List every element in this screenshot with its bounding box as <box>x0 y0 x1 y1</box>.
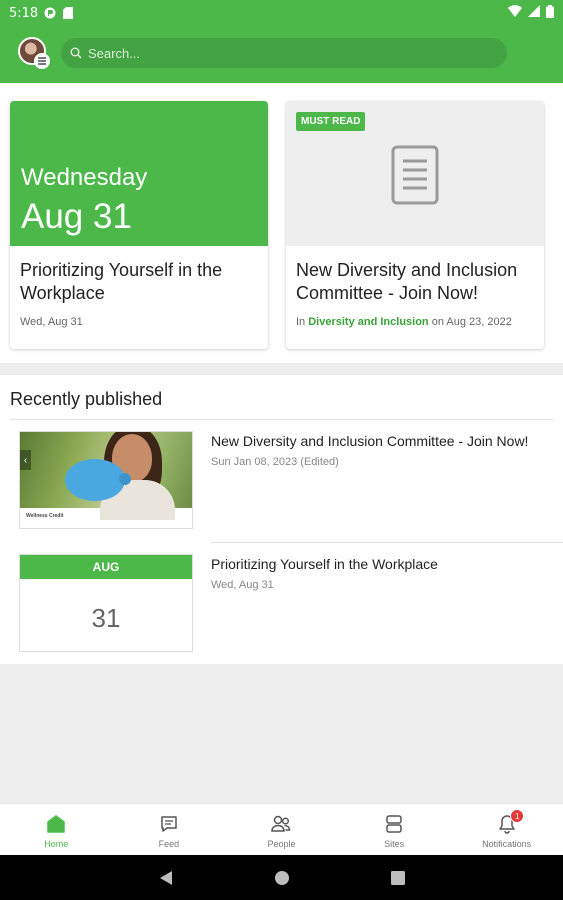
thumbnail-caption: Wellness Credit <box>26 513 64 519</box>
featured-section: Wednesday Aug 31 Prioritizing Yourself i… <box>0 83 563 363</box>
meta-prefix: In <box>296 316 309 328</box>
list-item[interactable]: AUG 31 Prioritizing Yourself in the Work… <box>19 554 563 652</box>
search-icon <box>70 47 82 59</box>
document-icon <box>391 145 439 205</box>
nav-label: People <box>267 839 296 849</box>
calendar-month: AUG <box>20 555 192 579</box>
home-icon <box>45 813 67 835</box>
calendar-day: 31 <box>91 603 121 633</box>
featured-card-event[interactable]: Wednesday Aug 31 Prioritizing Yourself i… <box>10 101 268 349</box>
item-meta: Sun Jan 08, 2023 (Edited) <box>211 456 339 468</box>
item-meta: Wed, Aug 31 <box>211 579 274 591</box>
battery-icon <box>546 4 554 22</box>
feed-icon <box>158 813 180 835</box>
card-image-placeholder: MUST READ <box>286 101 544 246</box>
item-thumbnail: ‹ Wellness Credit <box>19 431 193 529</box>
divider <box>10 419 553 420</box>
card-title: New Diversity and Inclusion Committee - … <box>296 260 518 303</box>
home-circle-icon[interactable] <box>274 870 290 886</box>
meta-suffix: on Aug 23, 2022 <box>428 316 512 328</box>
list-item[interactable]: ‹ Wellness Credit New Diversity and Incl… <box>19 431 563 529</box>
section-heading: Recently published <box>10 389 163 409</box>
app-notification-icon <box>44 7 56 19</box>
thumbnail-photo <box>20 432 192 520</box>
nav-label: Sites <box>384 839 405 849</box>
recents-icon[interactable] <box>390 870 406 886</box>
bottom-nav: Home Feed People Sites 1 Notifications <box>0 803 563 855</box>
hero-date: Aug 31 <box>21 197 132 236</box>
nav-label: Home <box>44 839 69 849</box>
back-icon[interactable] <box>158 870 174 886</box>
recently-published-section: Recently published ‹ Wellness Credit New… <box>0 375 563 664</box>
divider <box>211 542 563 543</box>
nav-home[interactable]: Home <box>0 804 113 855</box>
featured-card-page[interactable]: MUST READ New Diversity and Inclusion Co… <box>286 101 544 349</box>
notification-count-badge: 1 <box>510 809 525 823</box>
nav-people[interactable]: People <box>225 804 338 855</box>
piggy-bank-image <box>65 459 131 501</box>
calendar-thumbnail: AUG 31 <box>19 554 193 652</box>
search-input[interactable] <box>88 45 468 61</box>
item-title: Prioritizing Yourself in the Workplace <box>211 556 438 572</box>
nav-sites[interactable]: Sites <box>338 804 451 855</box>
system-navigation-bar <box>0 855 563 900</box>
nav-label: Feed <box>158 839 180 849</box>
hero-day: Wednesday <box>21 164 148 191</box>
signal-icon <box>528 5 540 21</box>
search-bar[interactable] <box>61 38 507 68</box>
item-title: New Diversity and Inclusion Committee - … <box>211 433 529 449</box>
nav-label: Notifications <box>482 839 532 849</box>
nav-feed[interactable]: Feed <box>113 804 226 855</box>
must-read-badge: MUST READ <box>296 112 366 131</box>
card-meta: Wed, Aug 31 <box>20 316 83 328</box>
sites-icon <box>383 813 405 835</box>
sd-card-icon <box>62 7 74 19</box>
event-date-hero: Wednesday Aug 31 <box>10 101 268 246</box>
card-meta: In Diversity and Inclusion on Aug 23, 20… <box>296 316 512 328</box>
people-icon <box>270 813 292 835</box>
chevron-left-icon: ‹ <box>20 450 31 470</box>
nav-notifications[interactable]: 1 Notifications <box>450 804 563 855</box>
app-bar <box>0 26 563 83</box>
site-link[interactable]: Diversity and Inclusion <box>308 316 428 328</box>
status-time: 5:18 <box>9 5 39 21</box>
menu-icon[interactable] <box>34 53 50 69</box>
wifi-icon <box>508 5 522 21</box>
card-title: Prioritizing Yourself in the Workplace <box>20 260 223 303</box>
status-bar: 5:18 <box>0 0 563 26</box>
